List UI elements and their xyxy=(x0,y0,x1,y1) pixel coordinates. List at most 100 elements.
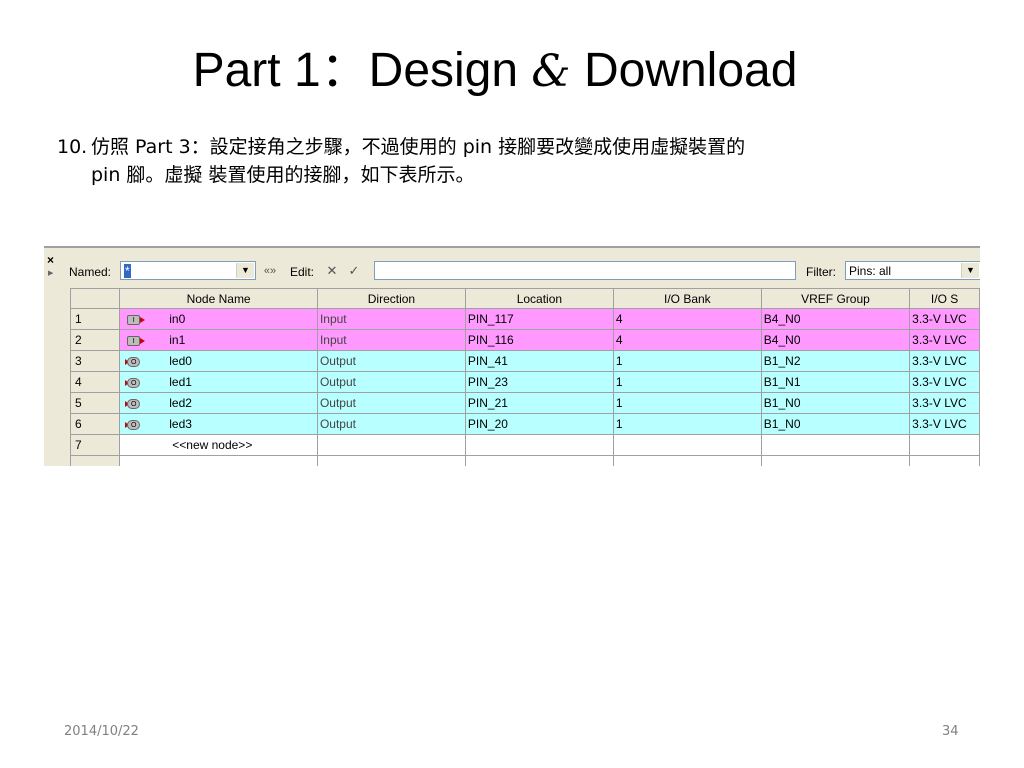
pin-toolbar: Named: * ▼ «» Edit: ✕ ✓ Filter: Pins: al… xyxy=(56,248,980,290)
io-standard-cell[interactable]: 3.3-V LVC xyxy=(909,413,980,435)
column-header[interactable]: VREF Group xyxy=(760,288,911,309)
table-row[interactable]: 2 Iin1 Input PIN_116 4 B4_N0 3.3-V LVC xyxy=(69,329,980,351)
output-pin-icon: O xyxy=(125,377,147,389)
direction-cell[interactable]: Output xyxy=(316,371,466,393)
io-bank-cell[interactable]: 1 xyxy=(612,371,762,393)
table-row-new-node[interactable]: 7 <<new node>> xyxy=(69,434,980,456)
step-number: 10. xyxy=(57,136,88,158)
slide-title: Part 1：Design & Download xyxy=(0,40,990,102)
empty-cell[interactable] xyxy=(612,434,762,456)
row-number[interactable]: 1 xyxy=(69,308,121,330)
vref-group-cell[interactable]: B4_N0 xyxy=(760,308,911,330)
table-row[interactable]: 3 Oled0 Output PIN_41 1 B1_N2 3.3-V LVC xyxy=(69,350,980,372)
table-header: Node Name Direction Location I/O Bank VR… xyxy=(69,288,980,309)
filter-label: Filter: xyxy=(806,265,836,279)
row-number[interactable]: 6 xyxy=(69,413,121,435)
node-name: led1 xyxy=(169,375,192,389)
io-standard-cell[interactable]: 3.3-V LVC xyxy=(909,392,980,414)
column-header[interactable]: Node Name xyxy=(119,288,318,309)
step-line-2: pin 腳。虛擬 裝置使用的接腳，如下表所示。 xyxy=(91,164,475,186)
vref-group-cell[interactable]: B1_N2 xyxy=(760,350,911,372)
table-row[interactable]: 4 Oled1 Output PIN_23 1 B1_N1 3.3-V LVC xyxy=(69,371,980,393)
io-bank-cell[interactable]: 1 xyxy=(612,413,762,435)
direction-cell[interactable]: Input xyxy=(316,308,466,330)
row-number[interactable]: 7 xyxy=(69,434,121,456)
io-standard-cell[interactable]: 3.3-V LVC xyxy=(909,350,980,372)
table-row[interactable]: 5 Oled2 Output PIN_21 1 B1_N0 3.3-V LVC xyxy=(69,392,980,414)
chevron-down-icon[interactable]: ▼ xyxy=(236,263,254,278)
chevron-down-icon[interactable]: ▼ xyxy=(961,263,979,278)
empty-cell[interactable] xyxy=(464,434,614,456)
io-standard-cell[interactable]: 3.3-V LVC xyxy=(909,371,980,393)
cancel-edit-icon[interactable]: ✕ xyxy=(322,262,342,280)
node-name-cell[interactable]: Iin0 xyxy=(119,308,318,330)
node-name: in1 xyxy=(169,333,186,347)
vref-group-cell[interactable]: B1_N1 xyxy=(760,371,911,393)
location-cell[interactable]: PIN_41 xyxy=(464,350,614,372)
row-number[interactable]: 5 xyxy=(69,392,121,414)
named-value: * xyxy=(124,264,131,278)
vref-group-cell[interactable]: B1_N0 xyxy=(760,392,911,414)
new-node-cell[interactable]: <<new node>> xyxy=(119,434,318,456)
io-bank-cell[interactable]: 1 xyxy=(612,350,762,372)
accept-edit-icon[interactable]: ✓ xyxy=(344,262,364,280)
direction-cell[interactable]: Input xyxy=(316,329,466,351)
output-pin-icon: O xyxy=(125,398,147,410)
step-text: 10. 仿照 Part 3：設定接角之步驟，不過使用的 pin 接腳要改變成使用虛… xyxy=(57,133,967,189)
empty-cell[interactable] xyxy=(909,434,980,456)
node-name: led2 xyxy=(169,396,192,410)
table-row[interactable]: 6 Oled3 Output PIN_20 1 B1_N0 3.3-V LVC xyxy=(69,413,980,435)
title-ampersand: & xyxy=(531,46,571,97)
direction-cell[interactable]: Output xyxy=(316,350,466,372)
named-combo[interactable]: * ▼ xyxy=(120,261,256,280)
input-pin-icon: I xyxy=(125,335,147,347)
location-cell[interactable]: PIN_23 xyxy=(464,371,614,393)
location-cell[interactable]: PIN_116 xyxy=(464,329,614,351)
edit-input[interactable] xyxy=(374,261,796,280)
edit-label: Edit: xyxy=(290,265,315,279)
step-line-1: 仿照 Part 3：設定接角之步驟，不過使用的 pin 接腳要改變成使用虛擬裝置… xyxy=(91,136,746,158)
io-standard-cell[interactable]: 3.3-V LVC xyxy=(909,329,980,351)
node-name: in0 xyxy=(169,312,186,326)
node-name: led0 xyxy=(169,354,192,368)
row-number[interactable]: 3 xyxy=(69,350,121,372)
empty-cell[interactable] xyxy=(760,434,911,456)
vref-group-cell[interactable]: B4_N0 xyxy=(760,329,911,351)
location-cell[interactable]: PIN_21 xyxy=(464,392,614,414)
io-standard-cell[interactable]: 3.3-V LVC xyxy=(909,308,980,330)
row-number[interactable]: 2 xyxy=(69,329,121,351)
pin-table: Node Name Direction Location I/O Bank VR… xyxy=(69,288,980,466)
direction-cell[interactable]: Output xyxy=(316,392,466,414)
direction-cell[interactable]: Output xyxy=(316,413,466,435)
location-cell[interactable]: PIN_117 xyxy=(464,308,614,330)
output-pin-icon: O xyxy=(125,356,147,368)
expand-icon[interactable]: «» xyxy=(260,262,280,280)
row-number[interactable]: 4 xyxy=(69,371,121,393)
node-name-cell[interactable]: Oled1 xyxy=(119,371,318,393)
column-header[interactable]: Location xyxy=(464,288,614,309)
title-end: Download xyxy=(583,44,798,97)
node-name-cell[interactable]: Oled3 xyxy=(119,413,318,435)
filter-combo[interactable]: Pins: all ▼ xyxy=(845,261,980,280)
output-pin-icon: O xyxy=(125,419,147,431)
row-number xyxy=(69,455,121,466)
pane-side-strip: × ▶ xyxy=(44,248,56,466)
io-bank-cell[interactable]: 4 xyxy=(612,329,762,351)
node-name-cell[interactable]: Oled2 xyxy=(119,392,318,414)
location-cell[interactable]: PIN_20 xyxy=(464,413,614,435)
node-name: led3 xyxy=(169,417,192,431)
io-bank-cell[interactable]: 1 xyxy=(612,392,762,414)
empty-cell[interactable] xyxy=(316,434,466,456)
corner-cell[interactable] xyxy=(69,288,121,309)
column-header[interactable]: I/O S xyxy=(909,288,980,309)
vref-group-cell[interactable]: B1_N0 xyxy=(760,413,911,435)
close-icon[interactable]: × xyxy=(47,254,54,266)
node-name-cell[interactable]: Iin1 xyxy=(119,329,318,351)
io-bank-cell[interactable]: 4 xyxy=(612,308,762,330)
node-name-cell[interactable]: Oled0 xyxy=(119,350,318,372)
table-row[interactable]: 1 Iin0 Input PIN_117 4 B4_N0 3.3-V LVC xyxy=(69,308,980,330)
column-header[interactable]: I/O Bank xyxy=(612,288,762,309)
column-header[interactable]: Direction xyxy=(316,288,466,309)
table-row-empty xyxy=(69,455,980,466)
input-pin-icon: I xyxy=(125,314,147,326)
